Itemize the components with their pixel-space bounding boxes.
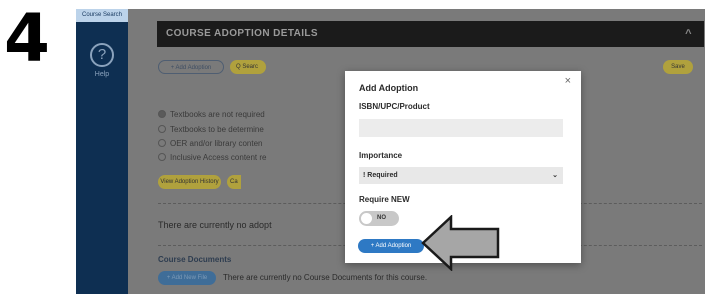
no-adoptions-text: There are currently no adopt xyxy=(158,220,272,230)
require-new-label: Require NEW xyxy=(359,195,410,204)
section-header[interactable]: COURSE ADOPTION DETAILS ^ xyxy=(157,21,704,47)
course-documents-title: Course Documents xyxy=(158,255,232,264)
importance-label: Importance xyxy=(359,151,403,160)
screenshot-frame: Course Search ? Help COURSE ADOPTION DET… xyxy=(76,9,705,294)
importance-select[interactable]: ! Required ⌄ xyxy=(359,167,563,184)
no-documents-text: There are currently no Course Documents … xyxy=(223,273,428,282)
isbn-label: ISBN/UPC/Product xyxy=(359,102,430,111)
importance-value: ! Required xyxy=(363,172,398,179)
add-adoption-button[interactable]: + Add Adoption xyxy=(158,60,224,74)
section-title: COURSE ADOPTION DETAILS xyxy=(166,28,318,39)
radio-option-oer[interactable]: OER and/or library conten xyxy=(158,139,263,148)
chevron-up-icon[interactable]: ^ xyxy=(685,21,692,47)
chevron-down-icon: ⌄ xyxy=(552,172,558,179)
radio-option-inclusive-access[interactable]: Inclusive Access content re xyxy=(158,153,267,162)
isbn-input[interactable] xyxy=(359,119,563,137)
radio-icon[interactable] xyxy=(158,139,166,147)
radio-option-to-be-determined[interactable]: Textbooks to be determine xyxy=(158,125,264,134)
help-icon[interactable]: ? xyxy=(90,43,114,67)
sidebar: Course Search ? Help xyxy=(76,9,128,294)
radio-option-not-required[interactable]: Textbooks are not required xyxy=(158,110,265,119)
modal-add-adoption-button[interactable]: + Add Adoption xyxy=(358,239,424,253)
step-number: 4 xyxy=(4,0,50,77)
save-button[interactable]: Save xyxy=(663,60,693,74)
radio-icon[interactable] xyxy=(158,153,166,161)
radio-selected-icon[interactable] xyxy=(158,110,166,118)
modal-title: Add Adoption xyxy=(359,83,419,93)
add-new-file-button[interactable]: + Add New File xyxy=(158,271,216,285)
view-adoption-history-button[interactable]: View Adoption History xyxy=(158,175,221,189)
toggle-state-text: NO xyxy=(377,215,386,221)
radio-icon[interactable] xyxy=(158,125,166,133)
sidebar-tab-course-search[interactable]: Course Search xyxy=(76,9,128,22)
pointer-arrow-icon xyxy=(421,215,500,271)
search-button[interactable]: Q Searc xyxy=(230,60,266,74)
close-icon[interactable]: × xyxy=(565,75,571,87)
help-label[interactable]: Help xyxy=(76,71,128,78)
partial-button[interactable]: Ca xyxy=(227,175,241,189)
require-new-toggle[interactable]: NO xyxy=(359,211,399,226)
toggle-knob xyxy=(361,213,372,224)
